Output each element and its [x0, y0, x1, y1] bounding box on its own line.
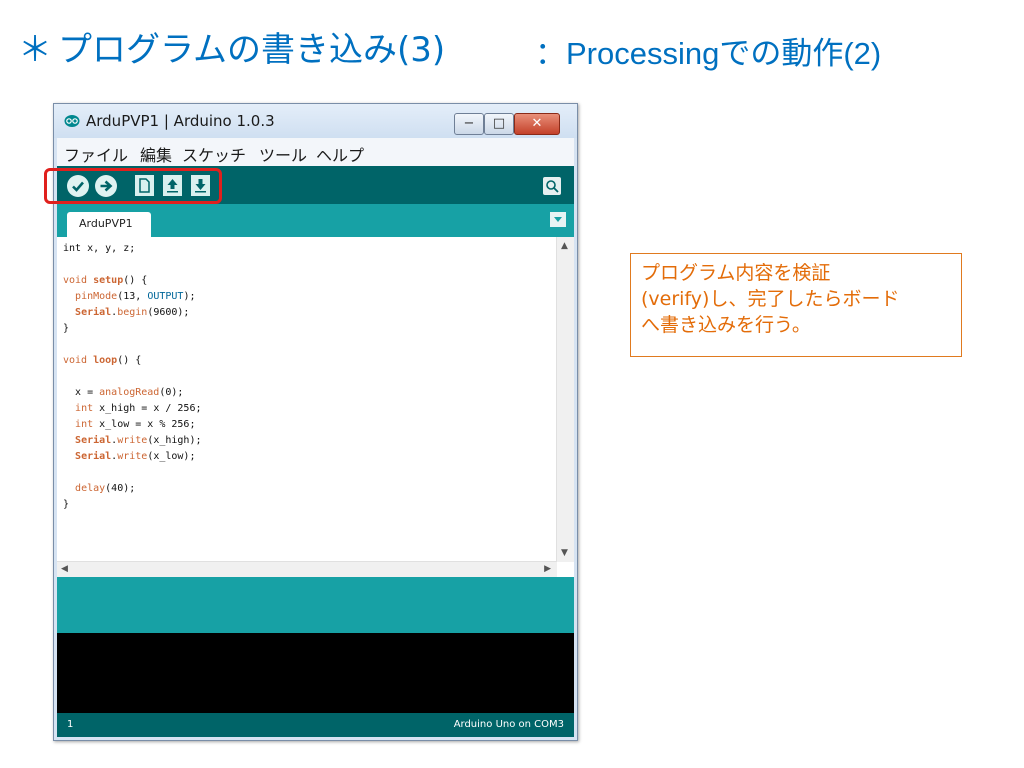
vertical-scrollbar[interactable]: ▲ ▼ — [556, 237, 574, 562]
arduino-infinity-icon — [64, 115, 80, 127]
title-main: プログラムの書き込み(3) — [58, 30, 446, 70]
code-line: int x, y, z; — [63, 243, 136, 254]
title-bar: ArduPVP1 | Arduino 1.0.3 − □ ✕ — [54, 104, 577, 138]
title-subtitle: ：Processingでの動作(2) — [535, 36, 882, 71]
tab-bar: ArduPVP1 — [57, 204, 574, 237]
callout-line: (verify)し、完了したらボード — [641, 288, 900, 310]
tab-menu-button[interactable] — [550, 212, 566, 227]
minimize-button[interactable]: − — [454, 113, 484, 135]
board-port: Arduino Uno on COM3 — [453, 719, 564, 730]
explanation-callout: プログラム内容を検証 (verify)し、完了したらボード へ書き込みを行う。 — [630, 253, 962, 357]
scroll-down-icon[interactable]: ▼ — [561, 548, 568, 558]
console-output — [57, 633, 574, 713]
status-bar: 1 Arduino Uno on COM3 — [57, 713, 574, 737]
serial-monitor-button[interactable] — [543, 177, 561, 195]
maximize-button[interactable]: □ — [484, 113, 514, 135]
code-text: int x, y, z; void setup() { pinMode(13, … — [63, 243, 202, 510]
scroll-left-icon[interactable]: ◀ — [61, 564, 68, 574]
scroll-up-icon[interactable]: ▲ — [561, 241, 568, 251]
menu-edit[interactable]: 編集 — [140, 142, 172, 166]
maximize-icon: □ — [492, 116, 506, 131]
tab-ardupvp1[interactable]: ArduPVP1 — [67, 212, 151, 237]
callout-line: へ書き込みを行う。 — [641, 314, 811, 336]
callout-line: プログラム内容を検証 — [641, 262, 831, 284]
toolbar-highlight-box — [44, 168, 222, 204]
close-icon: ✕ — [531, 116, 543, 131]
scroll-right-icon[interactable]: ▶ — [544, 564, 551, 574]
close-button[interactable]: ✕ — [514, 113, 560, 135]
menu-tools[interactable]: ツール — [259, 142, 307, 166]
line-number: 1 — [67, 719, 74, 730]
tab-label: ArduPVP1 — [79, 217, 133, 230]
menu-help[interactable]: ヘルプ — [316, 142, 364, 166]
horizontal-scrollbar[interactable]: ◀ ▶ — [57, 561, 557, 577]
chevron-down-icon — [554, 217, 562, 222]
title-bullet: ＊ — [18, 30, 52, 70]
menu-bar: ファイル 編集 スケッチ ツール ヘルプ — [57, 138, 574, 166]
code-line: void — [63, 275, 88, 286]
code-editor[interactable]: int x, y, z; void setup() { pinMode(13, … — [57, 237, 574, 577]
message-area — [57, 577, 574, 633]
menu-file[interactable]: ファイル — [64, 142, 128, 166]
minimize-icon: − — [463, 116, 475, 131]
window-title: ArduPVP1 | Arduino 1.0.3 — [86, 112, 275, 130]
slide-title: ＊ プログラムの書き込み(3) ：Processingでの動作(2) — [18, 22, 881, 74]
serial-monitor-icon — [546, 180, 559, 193]
menu-sketch[interactable]: スケッチ — [182, 142, 246, 166]
